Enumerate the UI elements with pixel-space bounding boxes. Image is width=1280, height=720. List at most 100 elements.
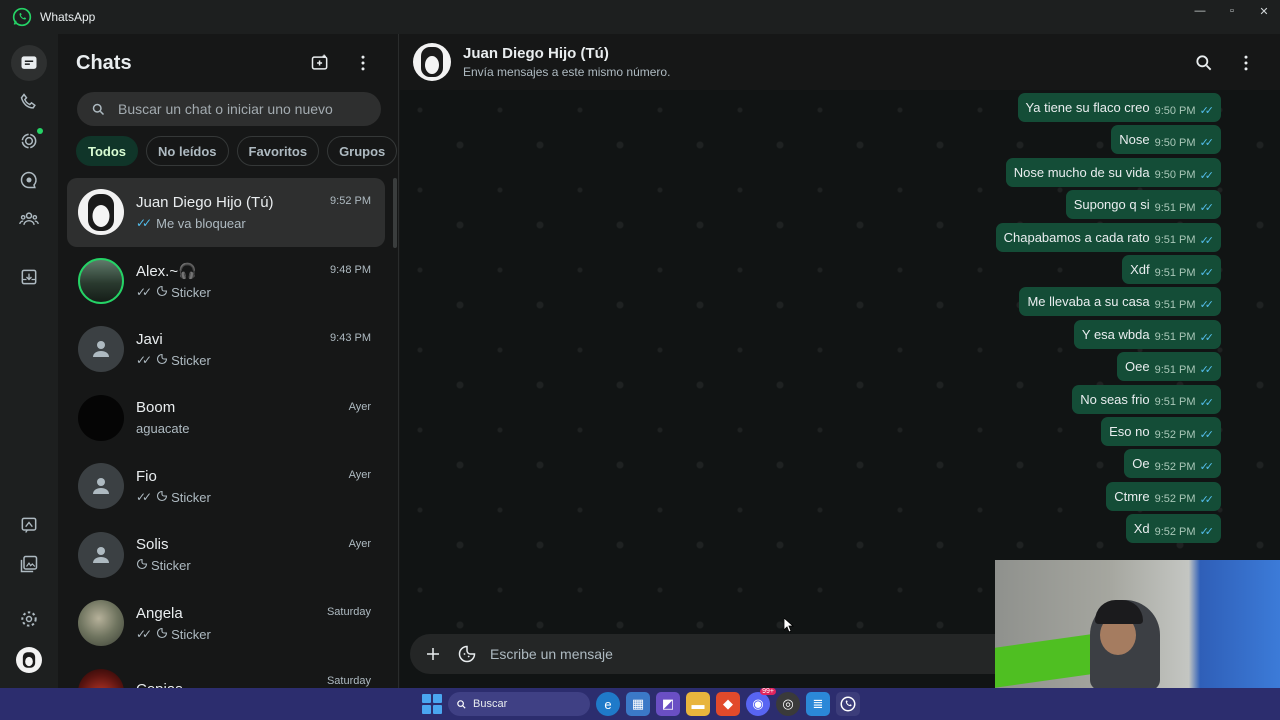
- chat-item[interactable]: Javi ✓✓ Sticker 9:43 PM: [67, 315, 385, 384]
- message-time: 9:50 PM: [1154, 104, 1196, 117]
- chat-last-message: Sticker: [171, 284, 211, 300]
- chat-last-message: Sticker: [151, 558, 191, 574]
- office-icon[interactable]: ◩: [656, 692, 680, 716]
- outgoing-message[interactable]: Nose 9:50 PM ✓✓: [1111, 125, 1221, 155]
- whatsapp-logo-icon: [12, 7, 32, 27]
- communities-icon[interactable]: [11, 201, 47, 237]
- chat-list-title: Chats: [76, 51, 132, 74]
- file-explorer-icon[interactable]: ▬: [686, 692, 710, 716]
- whatsapp-icon[interactable]: [836, 692, 860, 716]
- close-button[interactable]: ✕: [1248, 0, 1280, 22]
- attach-plus-icon[interactable]: [422, 643, 444, 665]
- search-input[interactable]: [118, 101, 358, 117]
- store-icon[interactable]: ▦: [626, 692, 650, 716]
- chat-item[interactable]: Solis Sticker Ayer: [67, 521, 385, 590]
- chat-last-message: Sticker: [171, 352, 211, 368]
- discord-icon[interactable]: ◉ 99+: [746, 688, 776, 716]
- filter-groups[interactable]: Grupos: [327, 136, 398, 166]
- new-chat-icon[interactable]: [309, 52, 331, 74]
- chat-avatar: [78, 600, 124, 647]
- settings-icon[interactable]: [11, 601, 47, 637]
- chats-icon[interactable]: [11, 45, 47, 81]
- conversation-header[interactable]: Juan Diego Hijo (Tú) Envía mensajes a es…: [400, 34, 1280, 90]
- outgoing-message[interactable]: Me llevaba a su casa 9:51 PM ✓✓: [1019, 287, 1221, 317]
- outgoing-message[interactable]: Ya tiene su flaco creo 9:50 PM ✓✓: [1017, 93, 1221, 122]
- read-ticks-icon: ✓✓: [1199, 105, 1215, 117]
- chat-item[interactable]: Juan Diego Hijo (Tú) ✓✓ Me va bloquear 9:52…: [67, 178, 385, 247]
- chat-time: Ayer: [348, 469, 371, 481]
- nav-rail: [0, 34, 58, 688]
- search-messages-icon[interactable]: [1193, 52, 1215, 74]
- chat-avatar: [78, 668, 124, 688]
- search-bar[interactable]: [77, 92, 381, 126]
- message-input[interactable]: [490, 646, 970, 662]
- outgoing-message[interactable]: Y esa wbda 9:51 PM ✓✓: [1073, 319, 1221, 349]
- chat-item[interactable]: Boom aguacate Ayer: [67, 384, 385, 453]
- message-time: 9:51 PM: [1154, 331, 1196, 344]
- outgoing-message[interactable]: Xd 9:52 PM ✓✓: [1125, 514, 1221, 544]
- chat-avatar: [78, 463, 124, 510]
- taskbar-search-icon: [457, 699, 466, 709]
- sticker-icon: [156, 627, 168, 642]
- outgoing-message[interactable]: No seas frio 9:51 PM ✓✓: [1072, 384, 1221, 414]
- chat-item[interactable]: Alex.~🎧 ✓✓ Sticker 9:48 PM: [67, 247, 385, 316]
- starred-icon[interactable]: [11, 507, 47, 543]
- message-text: Nose: [1119, 132, 1150, 148]
- outgoing-message[interactable]: Xdf 9:51 PM ✓✓: [1122, 255, 1221, 284]
- outgoing-message[interactable]: Ctmre 9:52 PM ✓✓: [1106, 481, 1221, 511]
- outgoing-message[interactable]: Supongo q si 9:51 PM ✓✓: [1065, 190, 1221, 220]
- chat-avatar: [78, 257, 124, 304]
- windows-start-icon[interactable]: [422, 694, 442, 714]
- discord-badge: 99+: [760, 688, 776, 695]
- outgoing-message[interactable]: Oee 9:51 PM ✓✓: [1117, 352, 1221, 382]
- sticker-icon: [156, 490, 168, 505]
- minimize-button[interactable]: —: [1184, 0, 1216, 22]
- notepad-icon[interactable]: ≣: [806, 692, 830, 716]
- outgoing-message[interactable]: Chapabamos a cada rato 9:51 PM ✓✓: [995, 222, 1221, 252]
- read-ticks-icon: ✓✓: [1199, 493, 1215, 506]
- archived-icon[interactable]: [11, 259, 47, 295]
- filter-favorites[interactable]: Favoritos: [236, 136, 320, 166]
- conversation-menu-icon[interactable]: [1235, 52, 1257, 74]
- read-ticks-icon: ✓✓: [136, 216, 152, 231]
- chat-list-header: Chats: [58, 34, 398, 92]
- contact-name: Juan Diego Hijo (Tú): [463, 45, 609, 62]
- chat-item[interactable]: Angela ✓✓ Sticker Saturday: [67, 589, 385, 658]
- contact-info: Juan Diego Hijo (Tú) Envía mensajes a es…: [463, 45, 670, 79]
- outgoing-message[interactable]: Eso no 9:52 PM ✓✓: [1101, 417, 1221, 446]
- brave-icon[interactable]: ◆: [716, 692, 740, 716]
- media-icon[interactable]: [11, 546, 47, 582]
- calls-icon[interactable]: [11, 84, 47, 120]
- chat-time: Ayer: [348, 400, 371, 413]
- read-ticks-icon: ✓✓: [1199, 461, 1215, 474]
- chat-item[interactable]: Fio ✓✓ Sticker Ayer: [67, 452, 385, 521]
- profile-avatar[interactable]: [11, 642, 47, 678]
- outgoing-message[interactable]: Nose mucho de su vida 9:50 PM ✓✓: [1005, 157, 1221, 187]
- message-text: Nose mucho de su vida: [1013, 164, 1150, 180]
- maximize-button[interactable]: ▫: [1216, 0, 1248, 22]
- taskbar-search-label: Buscar: [473, 698, 508, 710]
- delivered-ticks-icon: ✓✓: [136, 353, 152, 368]
- chat-list-menu-icon[interactable]: [352, 52, 374, 74]
- chat-time: Saturday: [326, 606, 371, 618]
- chrome-icon[interactable]: ◎: [776, 692, 800, 716]
- title-bar: WhatsApp — ▫ ✕: [0, 0, 1280, 34]
- windows-taskbar: Buscar e ▦ ◩ ▬ ◆ ◉ 99+ ◎ ≣: [0, 688, 1280, 720]
- message-time: 9:51 PM: [1154, 201, 1196, 214]
- filter-unread[interactable]: No leídos: [146, 136, 229, 166]
- outgoing-message[interactable]: Oe 9:52 PM ✓✓: [1124, 449, 1221, 479]
- channels-icon[interactable]: [11, 162, 47, 198]
- filter-all[interactable]: Todos: [76, 136, 139, 166]
- message-text: Supongo q si: [1073, 197, 1150, 213]
- chat-item[interactable]: CopiasSaturday: [67, 658, 385, 688]
- delivered-ticks-icon: ✓✓: [136, 627, 152, 642]
- status-icon[interactable]: [11, 123, 47, 159]
- message-time: 9:51 PM: [1154, 234, 1196, 247]
- message-text: Eso no: [1109, 424, 1150, 439]
- sticker-icon: [136, 558, 148, 573]
- taskbar-search[interactable]: Buscar: [448, 692, 590, 716]
- edge-icon[interactable]: e: [596, 692, 620, 716]
- contact-avatar[interactable]: [413, 43, 451, 81]
- chat-list-scrollbar[interactable]: [393, 178, 397, 248]
- sticker-emoji-icon[interactable]: [456, 643, 478, 665]
